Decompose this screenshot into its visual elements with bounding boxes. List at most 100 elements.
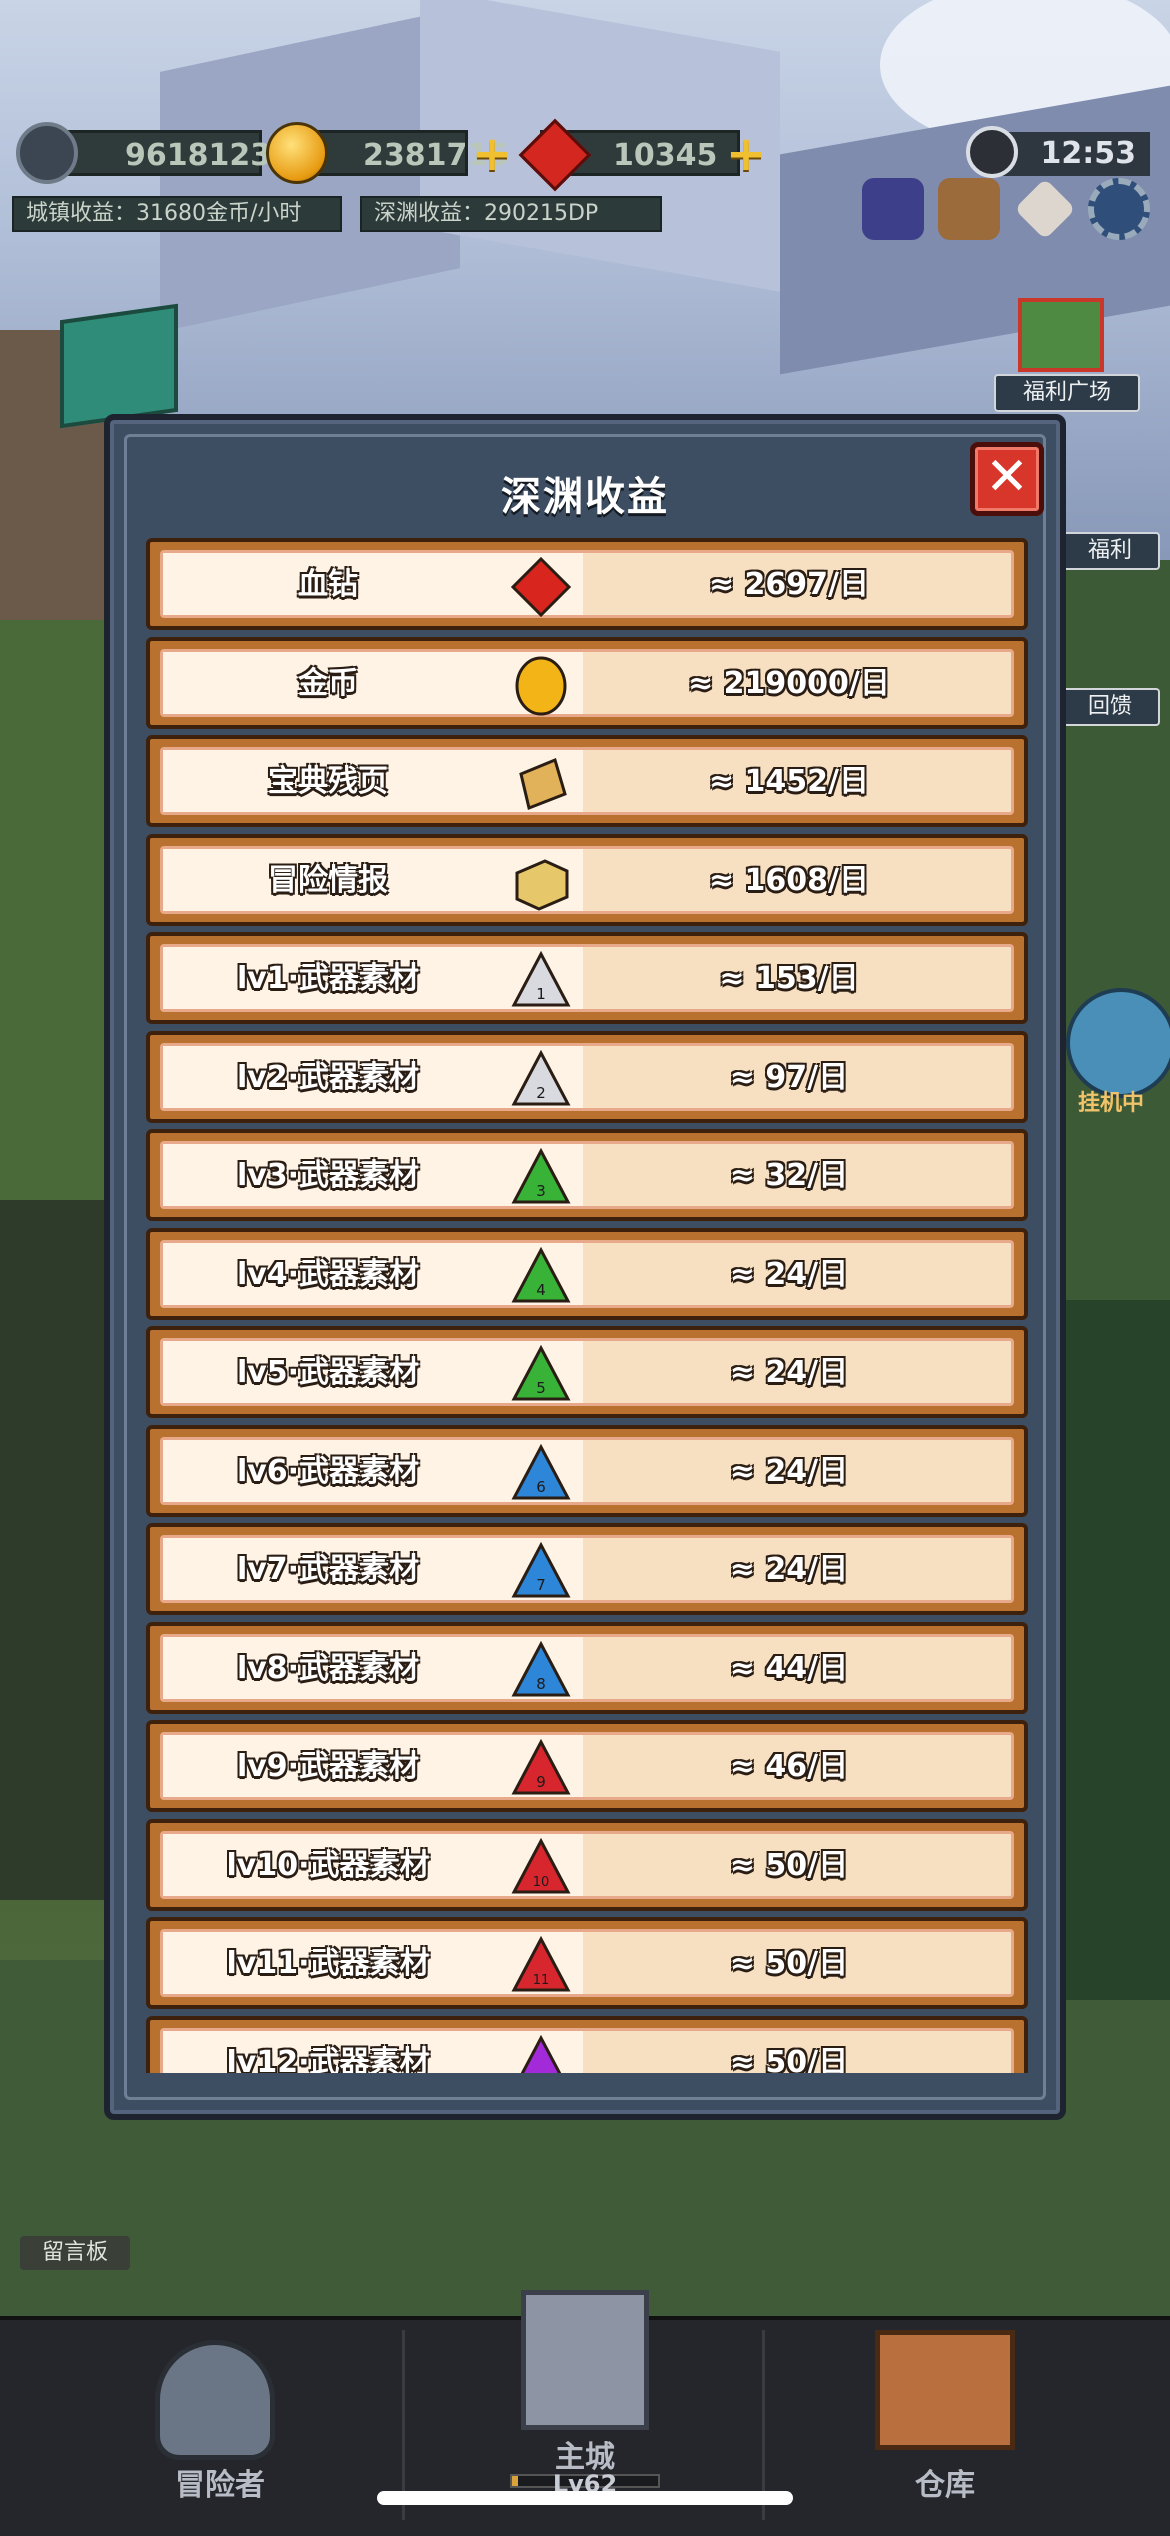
material-lv1-icon: 1 [511, 951, 571, 1007]
town-income-label: 城镇收益：31680金币/小时 [12, 196, 342, 232]
squid-monster-icon[interactable] [862, 178, 924, 240]
income-item-name: lv2·武器素材 [236, 1059, 420, 1095]
welfare-square-button[interactable]: 福利广场 [994, 374, 1140, 412]
income-item-value: ≈ 1608/日 [708, 862, 870, 898]
material-level-number: 4 [536, 1281, 546, 1299]
income-item-value: ≈ 46/日 [729, 1749, 849, 1784]
material-level-number: 7 [536, 1576, 546, 1594]
gold-coin-icon [266, 122, 328, 184]
scroll-page-icon [519, 757, 567, 811]
income-row: 金币 ≈ 219000/日 [146, 636, 1028, 729]
income-item-value: ≈ 50/日 [729, 1847, 849, 1883]
income-item-value: ≈ 97/日 [729, 1059, 849, 1095]
income-item-name: lv11·武器素材 [226, 1946, 430, 1981]
material-level-number: 8 [536, 1675, 546, 1693]
ruby-icon [511, 557, 571, 617]
income-item-value: ≈ 2697/日 [708, 567, 870, 602]
dialog-title: 深渊收益 [501, 474, 669, 520]
clock-icon [966, 126, 1018, 178]
income-row: lv1·武器素材 1 ≈ 153/日 [146, 932, 1028, 1024]
warehouse-icon [875, 2330, 1015, 2450]
material-level-number: 5 [536, 1379, 546, 1397]
income-row: lv5·武器素材 5 ≈ 24/日 [146, 1326, 1028, 1418]
knight-helmet-icon [155, 2340, 275, 2460]
income-row: lv9·武器素材 9 ≈ 46/日 [146, 1720, 1028, 1812]
nav-adventurer-label: 冒险者 [175, 2468, 265, 2503]
material-lv8-icon: 8 [511, 1640, 571, 1696]
income-item-name: lv10·武器素材 [226, 1847, 430, 1883]
hot-air-balloon-icon[interactable] [1066, 988, 1170, 1098]
income-item-name: lv6·武器素材 [236, 1453, 420, 1489]
material-lv10-icon: 10 [511, 1837, 571, 1893]
income-item-name: lv3·武器素材 [236, 1158, 420, 1193]
nav-adventurer[interactable]: 冒险者 [40, 2320, 400, 2536]
feedback-button[interactable]: 回馈 [1060, 688, 1160, 726]
income-item-value: ≈ 24/日 [729, 1256, 849, 1292]
material-level-number: 10 [533, 1875, 550, 1890]
income-item-name: 金币 [298, 665, 358, 701]
material-lv7-icon: 7 [511, 1542, 571, 1598]
income-item-name: lv4·武器素材 [236, 1256, 420, 1292]
material-level-number: 9 [536, 1773, 546, 1791]
income-item-name: 血钻 [298, 567, 358, 602]
add-ruby-button[interactable]: + [724, 130, 768, 178]
income-row: 血钻 ≈ 2697/日 [146, 538, 1028, 630]
income-item-value: ≈ 50/日 [729, 1946, 849, 1981]
game-clock: 12:53 [1000, 132, 1150, 176]
income-item-value: ≈ 24/日 [729, 1453, 849, 1489]
material-level-number: 6 [536, 1478, 546, 1496]
material-level-number: 11 [533, 1973, 550, 1988]
material-lv3-icon: 3 [511, 1148, 571, 1204]
settings-gear-icon[interactable] [1088, 178, 1150, 240]
income-item-value: ≈ 219000/日 [688, 665, 890, 701]
income-item-value: ≈ 24/日 [729, 1355, 849, 1390]
income-list[interactable]: 血钻 ≈ 2697/日 金币 ≈ 219000/日 宝典残页 ≈ 1452/日 冒险情报 ≈ … [146, 538, 1028, 2073]
gift-box-icon[interactable] [1018, 298, 1104, 372]
dp-counter: 96181231 [52, 130, 292, 176]
income-row: 冒险情报 ≈ 1608/日 [146, 833, 1028, 926]
merchant-icon[interactable] [938, 178, 1000, 240]
income-row: lv12·武器素材 12 ≈ 50/日 [146, 2015, 1028, 2074]
income-item-value: ≈ 153/日 [719, 961, 859, 996]
material-level-number: 12 [533, 2072, 550, 2074]
abyss-income-dialog: 深渊收益 ✕ 血钻 ≈ 2697/日 金币 ≈ 219000/日 宝典残页 ≈ 1452/… [104, 414, 1066, 2120]
material-lv6-icon: 6 [511, 1443, 571, 1499]
income-item-value: ≈ 44/日 [729, 1650, 849, 1686]
abyss-dp-icon [16, 122, 78, 184]
material-lv9-icon: 9 [511, 1739, 571, 1795]
abyss-income-label[interactable]: 深渊收益：290215DP [360, 196, 662, 232]
cube-building-icon[interactable] [60, 303, 178, 429]
message-board-button[interactable]: 留言板 [20, 2236, 130, 2270]
material-lv4-icon: 4 [511, 1246, 571, 1302]
material-lv5-icon: 5 [511, 1345, 571, 1401]
idle-status-label: 挂机中 [1078, 1091, 1145, 1116]
income-item-name: lv1·武器素材 [236, 961, 420, 996]
material-level-number: 3 [536, 1182, 546, 1200]
close-button[interactable]: ✕ [970, 442, 1044, 516]
resource-bar: 96181231 2381715 + 10345 + 12:53 [0, 118, 1170, 192]
income-item-name: lv7·武器素材 [236, 1552, 420, 1587]
material-lv2-icon: 2 [511, 1049, 571, 1105]
material-lv12-icon: 12 [520, 2034, 562, 2074]
material-level-number: 2 [536, 1084, 546, 1102]
income-row: lv3·武器素材 3 ≈ 32/日 [146, 1129, 1028, 1221]
add-gold-button[interactable]: + [470, 130, 514, 178]
income-row: lv6·武器素材 6 ≈ 24/日 [146, 1424, 1028, 1517]
income-item-name: lv8·武器素材 [236, 1650, 420, 1686]
income-item-name: 冒险情报 [268, 862, 388, 898]
income-row: lv2·武器素材 2 ≈ 97/日 [146, 1030, 1028, 1123]
nav-warehouse[interactable]: 仓库 [765, 2320, 1125, 2536]
welfare-button[interactable]: 福利 [1060, 532, 1160, 570]
income-item-value: ≈ 1452/日 [708, 764, 870, 799]
material-level-number: 1 [536, 985, 546, 1003]
nav-warehouse-label: 仓库 [915, 2468, 975, 2503]
income-item-value: ≈ 50/日 [729, 2044, 849, 2074]
gold-coin-icon [515, 656, 567, 715]
castle-icon [521, 2290, 649, 2430]
income-row: lv8·武器素材 8 ≈ 44/日 [146, 1621, 1028, 1714]
income-row: lv11·武器素材 11 ≈ 50/日 [146, 1917, 1028, 2009]
income-item-value: ≈ 24/日 [729, 1552, 849, 1587]
income-item-name: lv9·武器素材 [236, 1749, 420, 1784]
income-row: lv7·武器素材 7 ≈ 24/日 [146, 1523, 1028, 1615]
home-indicator[interactable] [377, 2491, 793, 2505]
